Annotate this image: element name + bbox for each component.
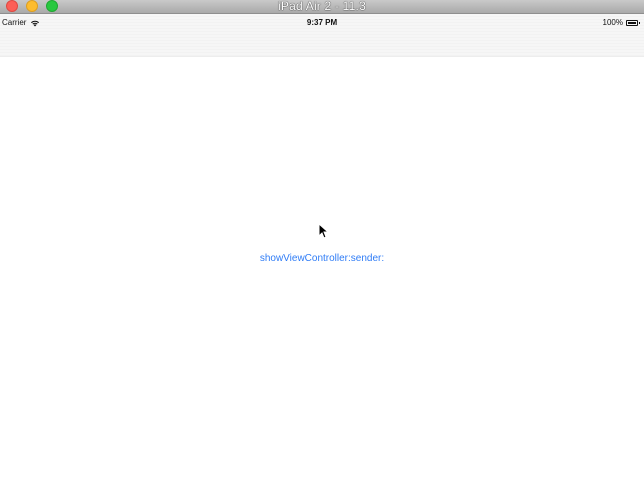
mouse-cursor-icon (318, 223, 329, 239)
simulator-window: iPad Air 2 - 11.3 Carrier 9:37 PM 100% s… (0, 0, 644, 498)
ios-status-bar: Carrier 9:37 PM 100% (0, 14, 644, 57)
status-time: 9:37 PM (306, 18, 338, 27)
window-titlebar[interactable]: iPad Air 2 - 11.3 (0, 0, 644, 14)
window-title: iPad Air 2 - 11.3 (278, 0, 366, 13)
battery-icon (626, 19, 640, 26)
battery-percent: 100% (602, 18, 623, 27)
app-content: showViewController:sender: (0, 57, 644, 498)
battery-fill (628, 21, 636, 24)
show-view-controller-button[interactable]: showViewController:sender: (252, 253, 392, 264)
battery-indicator: 100% (602, 18, 640, 27)
